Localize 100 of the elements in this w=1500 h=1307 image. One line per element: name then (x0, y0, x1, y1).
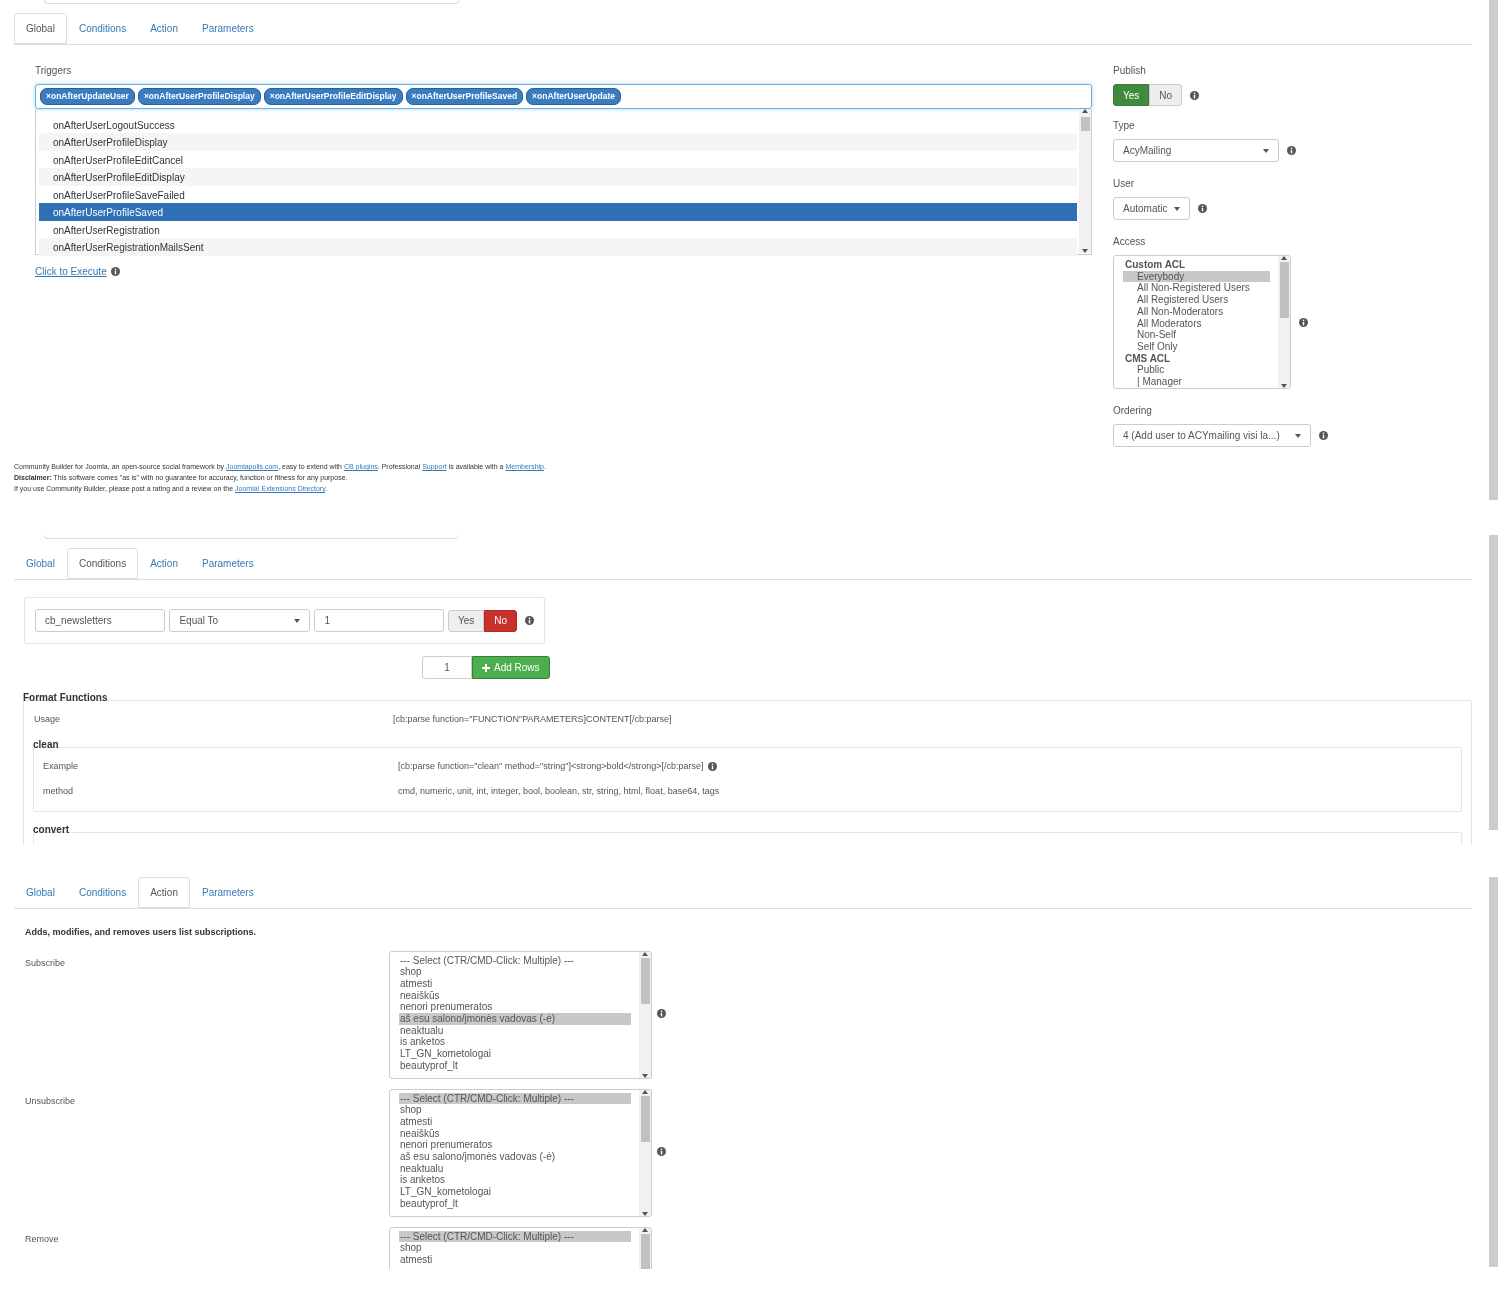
operator-select[interactable]: Equal To (169, 609, 311, 632)
scrollbar[interactable] (1079, 108, 1091, 253)
scrollbar[interactable] (1278, 256, 1290, 388)
row-count-input[interactable]: 1 (422, 656, 472, 679)
scrollbar[interactable] (639, 1089, 651, 1216)
scrollbar-thumb[interactable] (640, 1095, 650, 1142)
toggle-button[interactable]: No (1149, 84, 1183, 106)
scrollbar-thumb[interactable] (640, 957, 650, 1004)
ordering-select[interactable]: 4 (Add user to ACYmailing visi la...) (1113, 424, 1311, 447)
scroll-down-arrow-icon[interactable] (1082, 248, 1088, 253)
page-scrollbar[interactable] (1489, 877, 1498, 1267)
group-title: convert (33, 822, 71, 837)
list-option[interactable]: is anketos (399, 1174, 631, 1187)
dropdown-option[interactable]: onAfterUserRegistrationMailsSent (39, 238, 1077, 256)
tab[interactable]: Global (14, 877, 67, 908)
tab[interactable]: Global (14, 13, 67, 44)
scroll-down-arrow-icon[interactable] (642, 1211, 648, 1216)
tag[interactable]: ×onAfterUserUpdate (526, 88, 621, 105)
list-option[interactable]: beautyprof_lt (399, 1059, 631, 1072)
list-option[interactable]: LT_GN_kometologai (399, 1048, 631, 1060)
scroll-up-arrow-icon[interactable] (1281, 256, 1287, 260)
tab[interactable]: Global (14, 548, 67, 579)
list-option[interactable]: beautyprof_lt (399, 1197, 631, 1210)
list-option[interactable]: neaktualu (399, 1024, 631, 1037)
list-option[interactable]: nenori prenumeratos (399, 1139, 631, 1151)
tab[interactable]: Action (138, 13, 190, 44)
list-option[interactable]: Everybody (1123, 270, 1270, 283)
scrollbar-thumb[interactable] (640, 1233, 650, 1269)
execute-link[interactable]: Click to Execute (35, 263, 107, 279)
page-scrollbar[interactable] (1489, 535, 1498, 830)
list-option[interactable]: shop (399, 966, 631, 978)
dropdown-option[interactable]: onAfterUserProfileEditDisplay (39, 168, 1077, 186)
list-option[interactable]: aš esu salono/įmonės vadovas (-ė) (399, 1013, 631, 1025)
toggle-button[interactable]: No (484, 609, 517, 632)
list-option[interactable]: nenori prenumeratos (399, 1001, 631, 1013)
tag[interactable]: ×onAfterUserProfileSaved (405, 88, 524, 105)
dropdown-option[interactable]: onAfterUserRegistration (39, 220, 1077, 239)
page-scrollbar[interactable] (1489, 0, 1498, 500)
tab[interactable]: Conditions (66, 548, 139, 579)
dropdown-option[interactable]: onAfterUserLogoutSuccess (39, 115, 1077, 134)
scroll-up-arrow-icon[interactable] (642, 951, 648, 956)
toggle-button[interactable]: Yes (1113, 84, 1150, 106)
list-option[interactable]: --- Select (CTR/CMD-Click: Multiple) --- (399, 1092, 631, 1105)
list-option[interactable]: neaktualu (399, 1162, 631, 1175)
scroll-up-arrow-icon[interactable] (642, 1089, 648, 1094)
tab[interactable]: Parameters (189, 548, 266, 579)
value-input[interactable]: 1 (314, 609, 444, 632)
list-option[interactable]: atmesti (399, 1115, 631, 1128)
list-option[interactable]: LT_GN_kometologai (399, 1186, 631, 1198)
list-option[interactable]: is anketos (399, 1036, 631, 1049)
list-option[interactable]: Non-Self (1123, 329, 1270, 341)
list-option[interactable]: All Registered Users (1123, 294, 1270, 306)
field-input[interactable]: cb_newsletters (35, 609, 166, 632)
tab[interactable]: Action (138, 548, 190, 579)
list-option[interactable]: atmesti (399, 1253, 631, 1266)
info-icon (1198, 204, 1207, 213)
list-option[interactable]: All Non-Registered Users (1123, 282, 1270, 295)
tag[interactable]: ×onAfterUserProfileEditDisplay (263, 88, 403, 105)
tag-input[interactable]: ×onAfterUpdateUser ×onAfterUserProfileDisplay ×onAfterUserProfileEditDisplay ×onAfterUserProfileSaved ×onAfterUserUpdate (35, 84, 1092, 109)
list-option[interactable]: atmesti (399, 977, 631, 990)
tag[interactable]: ×onAfterUserProfileDisplay (137, 88, 261, 105)
toggle-button[interactable]: Yes (447, 609, 485, 632)
list-option[interactable]: shop (399, 1104, 631, 1116)
list-option[interactable]: Self Only (1123, 340, 1270, 353)
info-icon (1190, 90, 1200, 100)
dropdown-option[interactable]: onAfterUserProfileSaveFailed (39, 185, 1077, 204)
list-option[interactable]: shop (399, 1242, 631, 1254)
list-option[interactable]: neaiškūs (399, 989, 631, 1002)
list-option[interactable]: | Manager (1123, 376, 1270, 388)
dropdown-option[interactable]: onAfterUserProfileSaved (39, 203, 1077, 221)
dropdown-option[interactable]: onAfterUserProfileDisplay (39, 133, 1077, 151)
user-select[interactable]: Automatic (1113, 197, 1190, 220)
dropdown-option[interactable]: onAfterUserProfileEditCancel (39, 150, 1077, 169)
info-icon (708, 761, 718, 771)
scrollbar-thumb[interactable] (1279, 262, 1289, 318)
scroll-down-arrow-icon[interactable] (1281, 384, 1287, 388)
multi-select-list[interactable]: --- Select (CTR/CMD-Click: Multiple) --- shop atmesti (389, 1226, 652, 1269)
multi-select-list[interactable]: --- Select (CTR/CMD-Click: Multiple) --- shop atmesti neaiškūs nenori prenumeratos aš esu salono/įmonės vadovas (-ė) neaktualu is anketos LT_GN_kometologai beautyprof_lt (389, 950, 652, 1079)
type-select[interactable]: AcyMailing (1113, 139, 1279, 162)
tab[interactable]: Action (138, 877, 190, 908)
list-option[interactable]: neaiškūs (399, 1127, 631, 1140)
multi-select-list[interactable]: --- Select (CTR/CMD-Click: Multiple) --- shop atmesti neaiškūs nenori prenumeratos aš esu salono/įmonės vadovas (-ė) neaktualu is anketos LT_GN_kometologai beautyprof_lt (389, 1088, 652, 1217)
scrollbar[interactable] (639, 951, 651, 1078)
list-option[interactable]: aš esu salono/įmonės vadovas (-ė) (399, 1151, 631, 1163)
list-option[interactable]: --- Select (CTR/CMD-Click: Multiple) --- (399, 1230, 631, 1243)
list-option[interactable]: All Moderators (1123, 317, 1270, 330)
description-text: Adds, modifies, and removes users list subscriptions. (25, 926, 258, 939)
tab[interactable]: Conditions (66, 877, 139, 908)
scroll-down-arrow-icon[interactable] (642, 1073, 648, 1078)
tab[interactable]: Parameters (189, 877, 266, 908)
list-option[interactable]: All Non-Moderators (1123, 305, 1270, 318)
scroll-up-arrow-icon[interactable] (642, 1227, 648, 1232)
tab[interactable]: Conditions (66, 13, 139, 44)
scrollbar-thumb[interactable] (1080, 116, 1090, 131)
list-option[interactable]: --- Select (CTR/CMD-Click: Multiple) --- (399, 954, 631, 967)
tab[interactable]: Parameters (189, 13, 266, 44)
list-option[interactable]: Public (1123, 364, 1270, 377)
tag[interactable]: ×onAfterUpdateUser (40, 88, 135, 105)
access-listbox[interactable]: Custom ACL Everybody All Non-Registered Users All Registered Users All Non-Moderators All Moderators Non-Self Self Only CMS ACL Public | Manager (1113, 255, 1291, 389)
scroll-up-arrow-icon[interactable] (1082, 108, 1088, 113)
